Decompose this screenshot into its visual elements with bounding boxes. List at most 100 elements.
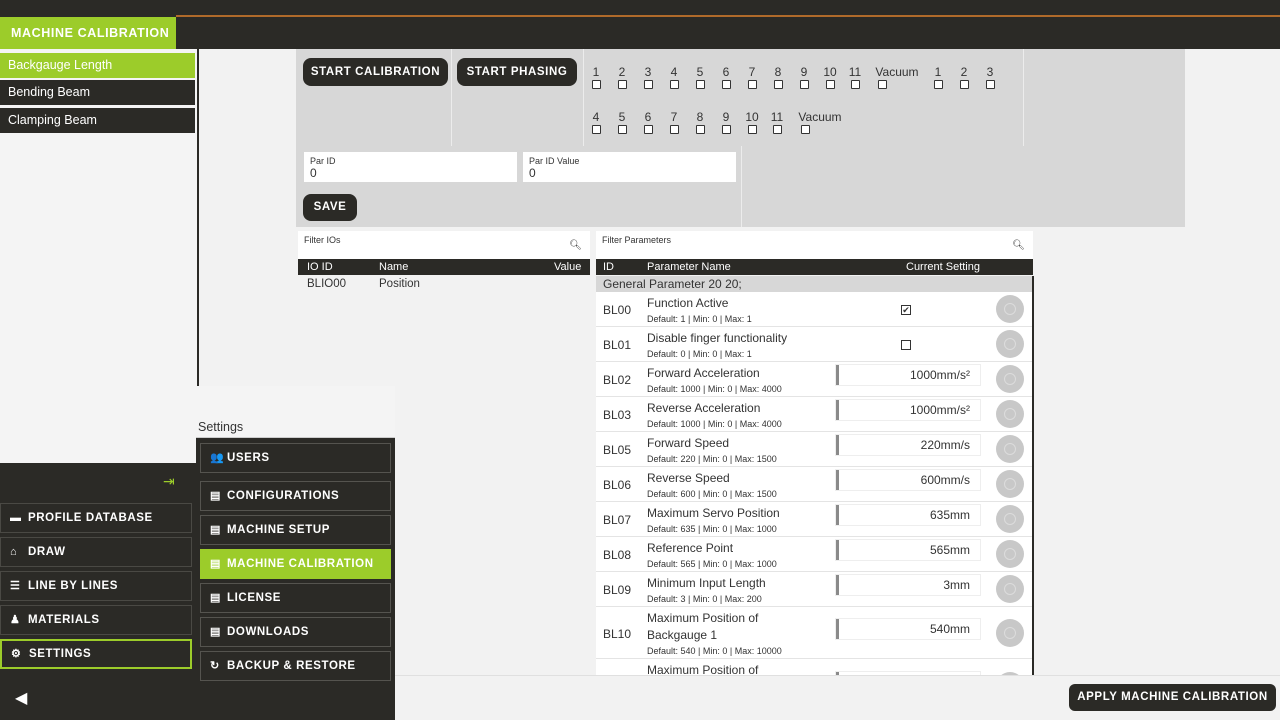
checkbox[interactable] — [878, 80, 887, 89]
save-button[interactable]: SAVE — [303, 194, 357, 221]
param-value-input[interactable]: 1000mm/s² — [836, 365, 980, 385]
reset-default-button[interactable] — [996, 470, 1024, 498]
phase-checkbox-2[interactable]: 2 — [610, 65, 634, 89]
checkbox[interactable] — [801, 125, 810, 134]
phase-checkbox-5[interactable]: 5 — [688, 65, 712, 89]
filter-parameters-label: Filter Parameters — [602, 235, 672, 245]
phase-checkbox-r2-9[interactable]: 9 — [714, 110, 738, 134]
table-scrollbar[interactable] — [1032, 276, 1034, 675]
checkbox[interactable] — [747, 125, 757, 134]
logout-icon[interactable]: ⇥ — [163, 473, 179, 489]
reset-default-button[interactable] — [996, 505, 1024, 533]
checkbox[interactable] — [617, 125, 627, 134]
phase-checkbox-r2-4[interactable]: 4 — [584, 110, 608, 134]
checkbox[interactable] — [721, 80, 731, 89]
table-row[interactable]: BLIO00 Position — [298, 276, 590, 292]
param-checkbox[interactable] — [901, 340, 911, 350]
reset-default-button[interactable] — [996, 365, 1024, 393]
reset-default-button[interactable] — [996, 330, 1024, 358]
search-icon[interactable]: 🔍︎ — [569, 240, 582, 251]
checkbox[interactable] — [669, 80, 679, 89]
phase-checkbox-r2-vacuum[interactable]: Vacuum — [796, 110, 844, 134]
phase-checkbox-vacuum[interactable]: Vacuum — [873, 65, 921, 89]
phase-checkbox-r2-11[interactable]: 11 — [765, 110, 789, 134]
menu-profile-database[interactable]: ▬ PROFILE DATABASE — [0, 503, 192, 533]
par-id-value-field[interactable]: Par ID Value 0 — [523, 152, 736, 182]
submenu-license[interactable]: ▤ LICENSE — [200, 583, 391, 613]
start-phasing-button[interactable]: START PHASING — [457, 58, 577, 86]
phase-checkbox-r2-8[interactable]: 8 — [688, 110, 712, 134]
phase-checkbox-3[interactable]: 3 — [636, 65, 660, 89]
submenu-downloads[interactable]: ▤ DOWNLOADS — [200, 617, 391, 647]
checkbox-label: 3 — [986, 65, 994, 79]
checkbox[interactable] — [643, 125, 653, 134]
menu-line-by-lines[interactable]: ☰ LINE BY LINES — [0, 571, 192, 601]
checkbox[interactable] — [959, 80, 969, 89]
checkbox[interactable] — [695, 125, 705, 134]
submenu-machine-setup[interactable]: ▤ MACHINE SETUP — [200, 515, 391, 545]
checkbox[interactable] — [643, 80, 653, 89]
param-value-input[interactable]: 635mm — [836, 505, 980, 525]
checkbox[interactable] — [933, 80, 943, 89]
phase-checkbox-r2-5[interactable]: 5 — [610, 110, 634, 134]
phase-checkbox-9[interactable]: 9 — [792, 65, 816, 89]
checkbox[interactable] — [825, 80, 835, 89]
param-value-input[interactable]: 565mm — [836, 540, 980, 560]
checkbox[interactable] — [747, 80, 757, 89]
checkbox[interactable] — [591, 80, 601, 89]
sidebar-item-clamping-beam[interactable]: Clamping Beam — [0, 108, 195, 133]
par-id-field[interactable]: Par ID 0 — [304, 152, 517, 182]
sidebar-item-backgauge-length[interactable]: Backgauge Length — [0, 53, 195, 78]
menu-materials[interactable]: ♟ MATERIALS — [0, 605, 192, 635]
checkbox[interactable] — [799, 80, 809, 89]
checkbox[interactable] — [850, 80, 860, 89]
param-value-input[interactable]: 3mm — [836, 575, 980, 595]
phase-checkbox-r2-6[interactable]: 6 — [636, 110, 660, 134]
phase-checkbox-r2-10[interactable]: 10 — [740, 110, 764, 134]
checkbox[interactable] — [985, 80, 995, 89]
checkbox[interactable] — [669, 125, 679, 134]
phase-checkbox-b2[interactable]: 2 — [952, 65, 976, 89]
phase-checkbox-b3[interactable]: 3 — [978, 65, 1002, 89]
reset-default-button[interactable] — [996, 295, 1024, 323]
phase-checkbox-6[interactable]: 6 — [714, 65, 738, 89]
param-value-input[interactable]: 220mm/s — [836, 435, 980, 455]
checkbox[interactable] — [773, 80, 783, 89]
search-icon[interactable]: 🔍︎ — [1012, 240, 1025, 251]
sidebar-item-bending-beam[interactable]: Bending Beam — [0, 80, 195, 105]
reset-default-button[interactable] — [996, 435, 1024, 463]
checkbox[interactable] — [617, 80, 627, 89]
menu-settings[interactable]: ⚙ SETTINGS — [0, 639, 192, 669]
phase-checkbox-8[interactable]: 8 — [766, 65, 790, 89]
reset-default-button[interactable] — [996, 540, 1024, 568]
phase-checkbox-7[interactable]: 7 — [740, 65, 764, 89]
filter-parameters-input[interactable]: Filter Parameters 🔍︎ — [596, 231, 1033, 259]
reset-default-button[interactable] — [996, 400, 1024, 428]
param-value-input[interactable]: 600mm/s — [836, 470, 980, 490]
start-calibration-button[interactable]: START CALIBRATION — [303, 58, 448, 86]
phase-checkbox-1[interactable]: 1 — [584, 65, 608, 89]
reset-default-button[interactable] — [996, 575, 1024, 603]
submenu-configurations[interactable]: ▤ CONFIGURATIONS — [200, 481, 391, 511]
apply-machine-calibration-button[interactable]: APPLY MACHINE CALIBRATION — [1069, 684, 1276, 711]
submenu-machine-calibration[interactable]: ▤ MACHINE CALIBRATION — [200, 549, 391, 579]
reset-default-button[interactable] — [996, 619, 1024, 647]
phase-checkbox-b1[interactable]: 1 — [926, 65, 950, 89]
back-arrow-icon[interactable]: ◀ — [15, 688, 27, 708]
checkbox[interactable] — [591, 125, 601, 134]
filter-ios-input[interactable]: Filter IOs 🔍︎ — [298, 231, 590, 259]
phase-checkbox-10[interactable]: 10 — [818, 65, 842, 89]
submenu-backup-restore[interactable]: ↻ BACKUP & RESTORE — [200, 651, 391, 681]
checkbox[interactable] — [721, 125, 731, 134]
phase-checkbox-11[interactable]: 11 — [843, 65, 867, 89]
checkbox[interactable] — [695, 80, 705, 89]
menu-draw[interactable]: ⌂ DRAW — [0, 537, 192, 567]
phase-checkbox-r2-7[interactable]: 7 — [662, 110, 686, 134]
checkbox[interactable] — [772, 125, 782, 134]
param-value-input[interactable]: 1000mm/s² — [836, 400, 980, 420]
phase-checkbox-4[interactable]: 4 — [662, 65, 686, 89]
param-default: Default: 540 | Min: 0 | Max: 10000 — [647, 646, 782, 656]
param-value-input[interactable]: 540mm — [836, 619, 980, 639]
submenu-users[interactable]: 👥 USERS — [200, 443, 391, 473]
param-checkbox[interactable]: ✔ — [901, 305, 911, 315]
